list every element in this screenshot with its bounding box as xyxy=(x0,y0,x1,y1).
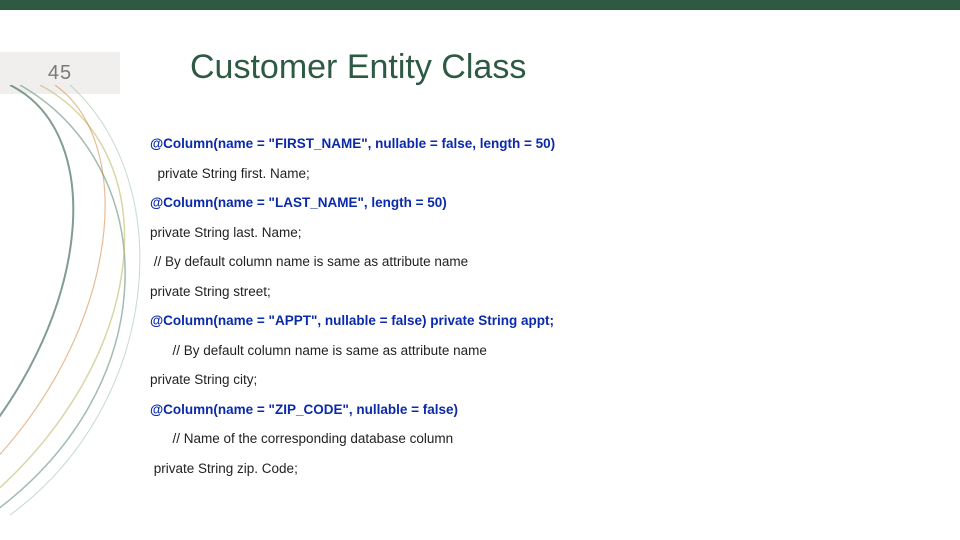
code-line: // Name of the corresponding database co… xyxy=(150,430,920,448)
code-line: private String city; xyxy=(150,371,920,389)
code-line: private String street; xyxy=(150,283,920,301)
code-line: private String first. Name; xyxy=(150,165,920,183)
code-line: @Column(name = "ZIP_CODE", nullable = fa… xyxy=(150,401,920,419)
code-line: // By default column name is same as att… xyxy=(150,253,920,271)
code-line: // By default column name is same as att… xyxy=(150,342,920,360)
code-line: private String zip. Code; xyxy=(150,460,920,478)
top-accent-bar xyxy=(0,0,960,10)
code-line: @Column(name = "LAST_NAME", length = 50) xyxy=(150,194,920,212)
code-line: @Column(name = "APPT", nullable = false)… xyxy=(150,312,920,330)
slide-title: Customer Entity Class xyxy=(190,48,526,87)
code-block: @Column(name = "FIRST_NAME", nullable = … xyxy=(150,135,920,490)
code-line: private String last. Name; xyxy=(150,224,920,242)
slide-number: 45 xyxy=(0,52,120,94)
code-line: @Column(name = "FIRST_NAME", nullable = … xyxy=(150,135,920,153)
